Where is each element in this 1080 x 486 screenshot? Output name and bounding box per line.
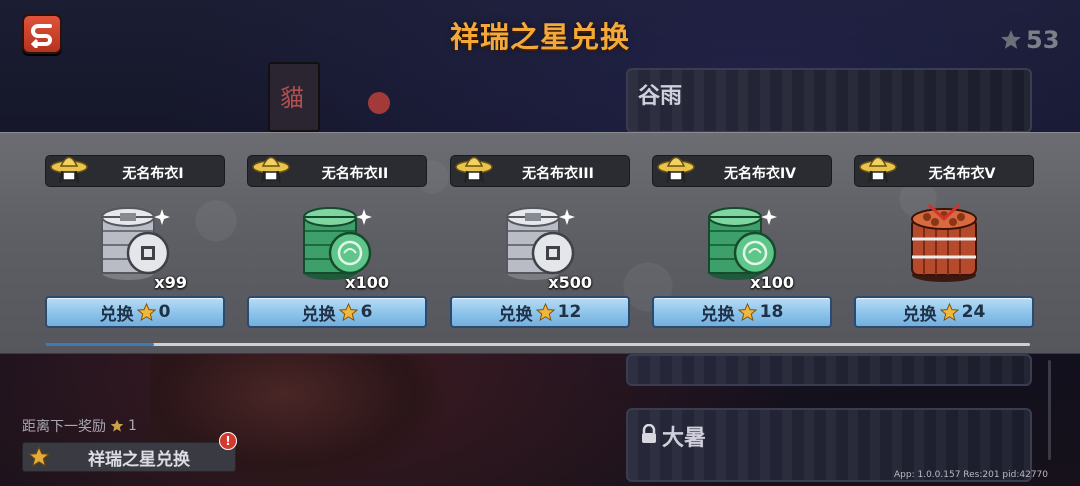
reward-name: 无名布衣II [321,166,389,182]
silver-coin-stack-icon [506,207,575,280]
background-lantern [368,92,390,114]
back-arrow-icon [30,24,52,48]
reward-name: 无名布衣IV [723,166,797,182]
exchange-cost: 6 [360,302,373,322]
star-icon [28,446,50,467]
season-card-guyu[interactable]: 谷雨 [626,68,1032,133]
reward-quantity: x99 [154,273,187,292]
reward-item: 无名布衣I x99 兑换 0 [45,155,225,328]
reward-strip: 无名布衣I x99 兑换 0 无名布衣II x100 兑换 6 无名布衣III … [0,132,1080,354]
star-icon [939,302,959,321]
star-exchange-tab[interactable]: 祥瑞之星兑换 [22,442,236,472]
exchange-cost: 18 [759,302,784,322]
silver-coin-stack-icon [101,207,170,280]
reward-item: 无名布衣IV x100 兑换 18 [652,155,832,328]
star-balance-value: 53 [1026,26,1060,54]
star-icon [1001,30,1021,49]
straw-hat-icon [455,156,493,184]
exchange-label: 兑换 [498,304,533,325]
alert-badge-icon: ! [219,432,237,450]
exchange-cost: 0 [158,302,171,322]
version-info: App: 1.0.0.157 Res:201 pid:42770 [894,470,1049,480]
season-card-title: 谷雨 [638,84,683,109]
back-button[interactable] [22,14,62,54]
exchange-label: 兑换 [301,304,336,325]
reward-quantity: x100 [750,273,794,292]
card-art [628,70,1030,131]
straw-hat-icon [657,156,695,184]
star-icon [338,302,358,321]
reward-name: 无名布衣V [928,166,996,182]
star-icon [136,302,156,321]
straw-hat-icon [859,156,897,184]
banner-char: 貓 [280,84,304,112]
page-title: 祥瑞之星兑换 [449,20,630,54]
reward-quantity: x100 [345,273,389,292]
reward-item: 无名布衣V 兑换 24 [854,155,1034,328]
star-icon [110,419,124,432]
reward-name: 无名布衣III [522,166,594,182]
exchange-label: 兑换 [99,304,134,325]
firecracker-bundle-icon [911,203,977,282]
background-banner: 貓 [268,62,320,132]
star-balance: 53 [1000,26,1059,54]
jade-coin-stack-icon [708,207,777,280]
exchange-button[interactable]: 兑换 0 [45,296,225,328]
star-icon [535,302,555,321]
exchange-label: 兑换 [700,304,735,325]
exchange-label: 兑换 [902,304,937,325]
reward-progress-bar [46,343,1030,346]
exchange-button[interactable]: 兑换 12 [450,296,630,328]
next-reward-stars: 1 [128,418,137,434]
straw-hat-icon [252,156,290,184]
star-exchange-tab-label: 祥瑞之星兑换 [88,449,190,470]
next-reward-info: 距离下一奖励 1 [22,416,137,436]
next-reward-label: 距离下一奖励 [22,419,106,435]
season-card-hidden [626,354,1032,386]
star-icon [737,302,757,321]
straw-hat-icon [50,156,88,184]
jade-coin-stack-icon [303,207,372,280]
exchange-button[interactable]: 兑换 6 [247,296,427,328]
exchange-button[interactable]: 兑换 24 [854,296,1034,328]
reward-item: 无名布衣II x100 兑换 6 [247,155,427,328]
exchange-button[interactable]: 兑换 18 [652,296,832,328]
lock-icon [642,424,656,443]
reward-item: 无名布衣III x500 兑换 12 [450,155,630,328]
season-card-title: 大暑 [662,426,707,451]
scrollbar[interactable] [1048,360,1051,460]
card-art [628,356,1030,384]
reward-name: 无名布衣I [122,166,184,182]
exchange-cost: 12 [557,302,582,322]
reward-progress-fill [46,343,155,346]
exchange-cost: 24 [961,302,986,322]
reward-quantity: x500 [548,273,592,292]
